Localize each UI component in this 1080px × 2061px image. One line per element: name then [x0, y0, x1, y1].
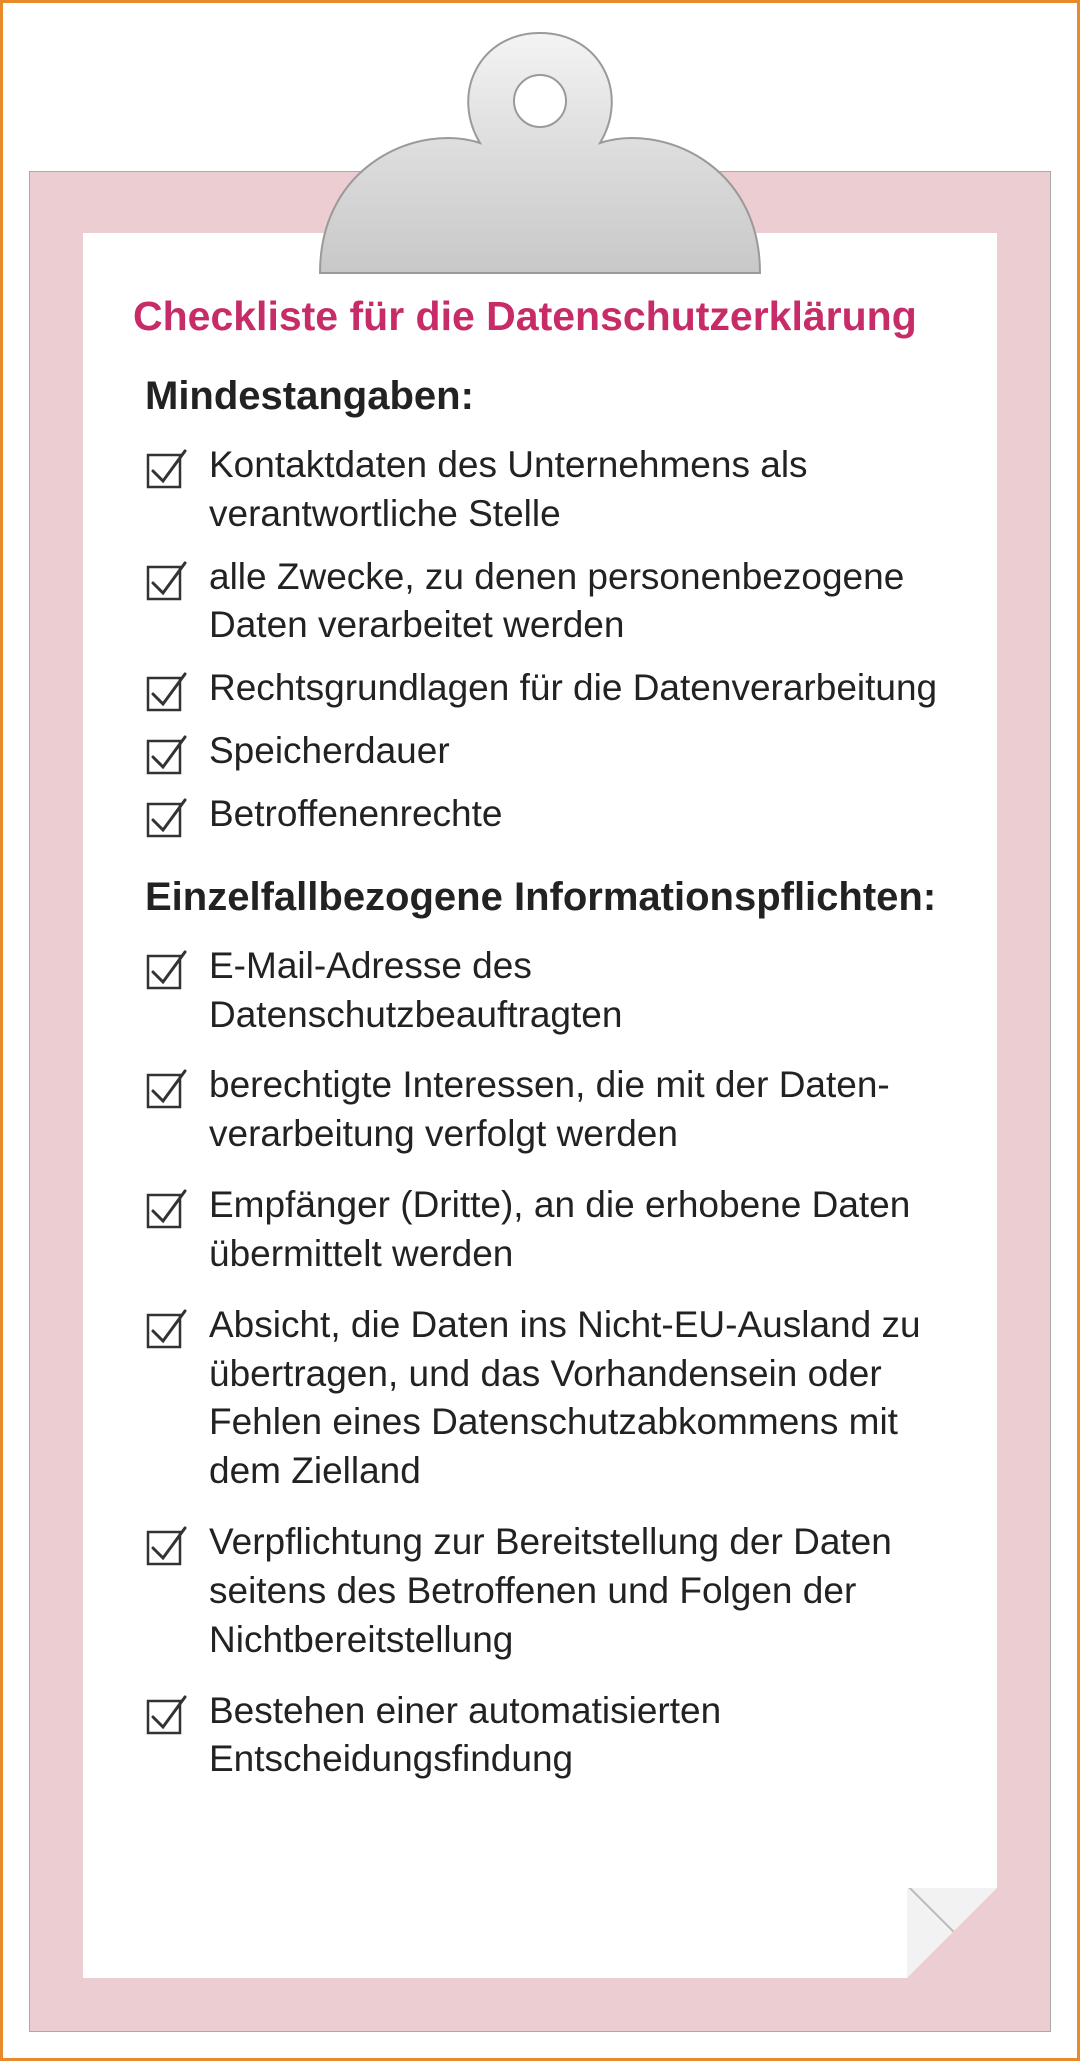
- list-item-text: alle Zwecke, zu denen personenbezogene D…: [209, 553, 947, 651]
- list-item-text: Betroffenenrechte: [209, 790, 502, 839]
- list-item: Kontaktdaten des Unternehmens als verant…: [145, 441, 947, 539]
- checked-box-icon: [145, 447, 187, 489]
- clipboard-clip-icon: [300, 13, 780, 293]
- list-item-text: Speicherdauer: [209, 727, 450, 776]
- checked-box-icon: [145, 1187, 187, 1229]
- list-item: Empfänger (Dritte), an die erhobene Date…: [145, 1181, 947, 1279]
- list-item-text: Empfänger (Dritte), an die erhobene Date…: [209, 1181, 947, 1279]
- list-item: berechtigte Interessen, die mit der Date…: [145, 1061, 947, 1159]
- list-item-text: Kontaktdaten des Unternehmens als verant…: [209, 441, 947, 539]
- list-item-text: Rechtsgrundlagen für die Datenverarbeitu…: [209, 664, 937, 713]
- list-item: E-Mail-Adresse des Datenschutzbeauftragt…: [145, 942, 947, 1040]
- list-item: Absicht, die Daten ins Nicht-EU-Ausland …: [145, 1301, 947, 1496]
- list-item: Verpflichtung zur Bereitstellung der Dat…: [145, 1518, 947, 1664]
- list-item: Speicherdauer: [145, 727, 947, 776]
- folded-corner: [907, 1888, 997, 1978]
- list-item: Rechtsgrundlagen für die Datenverarbeitu…: [145, 664, 947, 713]
- page-frame: Checkliste für die Datenschutzerklärung …: [0, 0, 1080, 2061]
- list-item-text: E-Mail-Adresse des Datenschutzbeauftragt…: [209, 942, 947, 1040]
- checked-box-icon: [145, 1067, 187, 1109]
- list-item: Bestehen einer automatisierten Entscheid…: [145, 1687, 947, 1785]
- list-item: Betroffenenrechte: [145, 790, 947, 839]
- list-item-text: berechtigte Interessen, die mit der Date…: [209, 1061, 947, 1159]
- checked-box-icon: [145, 733, 187, 775]
- checked-box-icon: [145, 796, 187, 838]
- checked-box-icon: [145, 1693, 187, 1735]
- list-item: alle Zwecke, zu denen personenbezogene D…: [145, 553, 947, 651]
- section-heading-1: Mindestangaben:: [145, 374, 947, 419]
- list-item-text: Bestehen einer automatisierten Entscheid…: [209, 1687, 947, 1785]
- paper-sheet: Checkliste für die Datenschutzerklärung …: [83, 233, 997, 1978]
- document-title: Checkliste für die Datenschutzerklärung: [133, 293, 947, 340]
- checked-box-icon: [145, 948, 187, 990]
- checked-box-icon: [145, 1524, 187, 1566]
- checked-box-icon: [145, 1307, 187, 1349]
- list-item-text: Verpflichtung zur Bereitstellung der Dat…: [209, 1518, 947, 1664]
- checked-box-icon: [145, 559, 187, 601]
- checked-box-icon: [145, 670, 187, 712]
- section-heading-2: Einzelfallbezogene Informationspflichten…: [145, 875, 947, 920]
- list-item-text: Absicht, die Daten ins Nicht-EU-Ausland …: [209, 1301, 947, 1496]
